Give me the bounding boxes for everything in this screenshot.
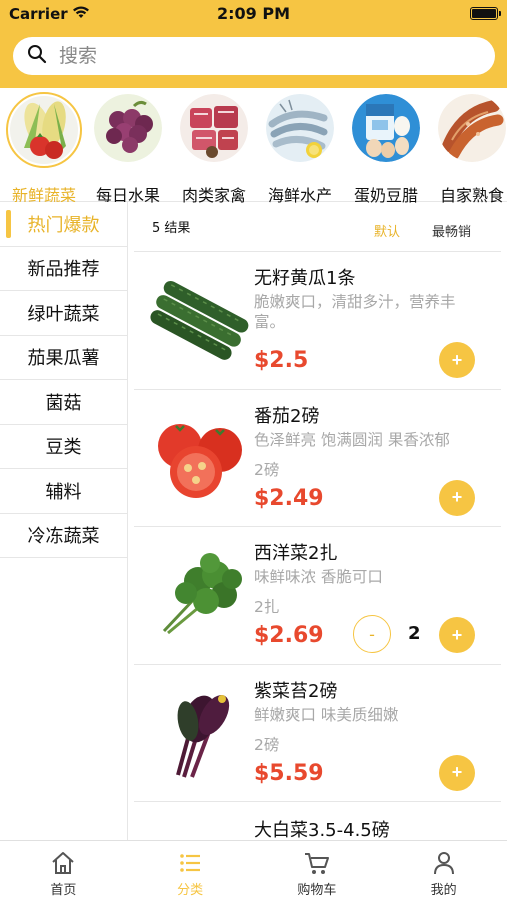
product-item[interactable]: 紫菜苔2磅 鲜嫩爽口 味美质细嫩 2磅 $5.59 + <box>134 665 501 802</box>
battery-icon <box>470 7 501 20</box>
header: Carrier 2:09 PM <box>0 0 507 88</box>
product-description: 味鲜味浓 香脆可口 <box>254 568 383 586</box>
product-name: 西洋菜2扎 <box>254 543 338 564</box>
cart-icon <box>303 849 331 877</box>
watercress-image <box>144 547 254 643</box>
product-list: 5 结果 默认 最畅销 无籽黄瓜1条 脆嫩爽口，清甜多汁，营养丰富。 $2.5 … <box>134 202 501 840</box>
sidebar-item-label: 热门爆款 <box>27 214 100 236</box>
tab-label: 购物车 <box>297 883 337 898</box>
tab-label: 我的 <box>430 883 457 898</box>
product-price: $2.69 <box>254 623 324 648</box>
sidebar-item-mushroom[interactable]: 菌菇 <box>0 380 127 425</box>
search-input[interactable] <box>59 45 459 67</box>
sidebar-item-frozen[interactable]: 冷冻蔬菜 <box>0 514 127 558</box>
sidebar-item-label: 辅料 <box>45 481 82 503</box>
product-name: 无籽黄瓜1条 <box>254 268 356 289</box>
vegetables-icon <box>6 92 82 168</box>
category-eggs-dairy[interactable]: 蛋奶豆腊 <box>344 94 428 205</box>
sidebar-item-label: 菌菇 <box>45 392 82 414</box>
category-meat[interactable]: 肉类家禽 <box>172 94 256 205</box>
tab-label: 首页 <box>50 883 77 898</box>
shrimp-icon <box>266 94 334 162</box>
sidebar-item-new[interactable]: 新品推荐 <box>0 247 127 291</box>
product-price: $2.49 <box>254 485 324 511</box>
product-item[interactable]: 大白菜3.5-4.5磅 <box>134 802 501 840</box>
add-to-cart-button[interactable]: + <box>439 479 475 516</box>
category-seafood[interactable]: 海鲜水产 <box>258 94 342 205</box>
tab-cart[interactable]: 购物车 <box>254 841 381 900</box>
product-description: 鲜嫩爽口 味美质细嫩 <box>254 705 399 724</box>
product-price: $5.59 <box>254 760 324 786</box>
sort-default-button[interactable]: 默认 <box>374 221 400 240</box>
add-to-cart-button[interactable]: + <box>439 617 475 653</box>
meat-icon <box>180 94 248 162</box>
quantity-value: 2 <box>408 623 421 644</box>
list-icon <box>176 849 204 877</box>
purple-cabbage-image <box>144 685 254 781</box>
sidebar-item-beans[interactable]: 豆类 <box>0 425 127 469</box>
status-bar: Carrier 2:09 PM <box>0 0 507 30</box>
status-time: 2:09 PM <box>216 4 290 23</box>
product-item[interactable]: 番茄2磅 色泽鲜亮 饱满圆润 果香浓郁 2磅 $2.49 + <box>134 390 501 527</box>
cucumber-image <box>144 272 254 368</box>
sidebar-item-leafy[interactable]: 绿叶蔬菜 <box>0 291 127 336</box>
sidebar-item-condiments[interactable]: 辅料 <box>0 469 127 514</box>
search-icon <box>27 44 47 68</box>
add-to-cart-button[interactable]: + <box>439 342 475 378</box>
product-price: $2.5 <box>254 348 309 373</box>
product-name: 紫菜苔2磅 <box>254 680 338 702</box>
product-unit: 2磅 <box>254 460 280 479</box>
sidebar-item-label: 新品推荐 <box>27 259 100 281</box>
product-item[interactable]: 无籽黄瓜1条 脆嫩爽口，清甜多汁，营养丰富。 $2.5 + <box>134 252 501 390</box>
sidebar: 热门爆款 新品推荐 绿叶蔬菜 茄果瓜薯 菌菇 豆类 辅料 冷冻蔬菜 <box>0 202 128 840</box>
tab-category[interactable]: 分类 <box>127 841 254 900</box>
sidebar-item-label: 冷冻蔬菜 <box>27 526 100 548</box>
category-fruits[interactable]: 每日水果 <box>86 94 170 205</box>
user-icon <box>430 849 458 877</box>
list-header: 5 结果 默认 最畅销 <box>134 202 501 252</box>
home-icon <box>49 849 77 877</box>
decrease-quantity-button[interactable]: - <box>353 615 391 653</box>
product-description: 色泽鲜亮 饱满圆润 果香浓郁 <box>254 430 450 449</box>
search-bar[interactable] <box>13 37 495 75</box>
category-strip: 新鲜蔬菜 每日水果 肉类家禽 海鲜水产 蛋奶豆腊 自家熟食 <box>0 88 507 205</box>
category-vegetables[interactable]: 新鲜蔬菜 <box>2 92 86 205</box>
product-description: 脆嫩爽口，清甜多汁，营养丰富。 <box>254 293 456 331</box>
tomato-image <box>144 410 254 506</box>
sausage-icon <box>438 94 506 162</box>
eggs-milk-icon <box>352 94 420 162</box>
sidebar-item-hot[interactable]: 热门爆款 <box>0 202 127 247</box>
tab-profile[interactable]: 我的 <box>380 841 507 900</box>
sidebar-item-label: 豆类 <box>45 437 82 459</box>
sidebar-item-fruit-veg[interactable]: 茄果瓜薯 <box>0 336 127 380</box>
result-count: 5 结果 <box>152 221 191 236</box>
sidebar-item-label: 茄果瓜薯 <box>27 348 100 370</box>
product-item[interactable]: 西洋菜2扎 味鲜味浓 香脆可口 2扎 $2.69 - 2 + <box>134 527 501 665</box>
product-name: 大白菜3.5-4.5磅 <box>254 820 390 840</box>
category-deli[interactable]: 自家熟食 <box>430 94 507 205</box>
product-unit: 2磅 <box>254 735 280 754</box>
sort-best-selling-button[interactable]: 最畅销 <box>432 221 471 240</box>
product-unit: 2扎 <box>254 598 280 616</box>
product-name: 番茄2磅 <box>254 405 320 427</box>
grapes-icon <box>94 94 162 162</box>
sidebar-item-label: 绿叶蔬菜 <box>27 303 100 325</box>
tab-bar: 首页 分类 购物车 我的 <box>0 840 507 900</box>
tab-label: 分类 <box>177 883 204 898</box>
add-to-cart-button[interactable]: + <box>439 754 475 791</box>
tab-home[interactable]: 首页 <box>0 841 127 900</box>
